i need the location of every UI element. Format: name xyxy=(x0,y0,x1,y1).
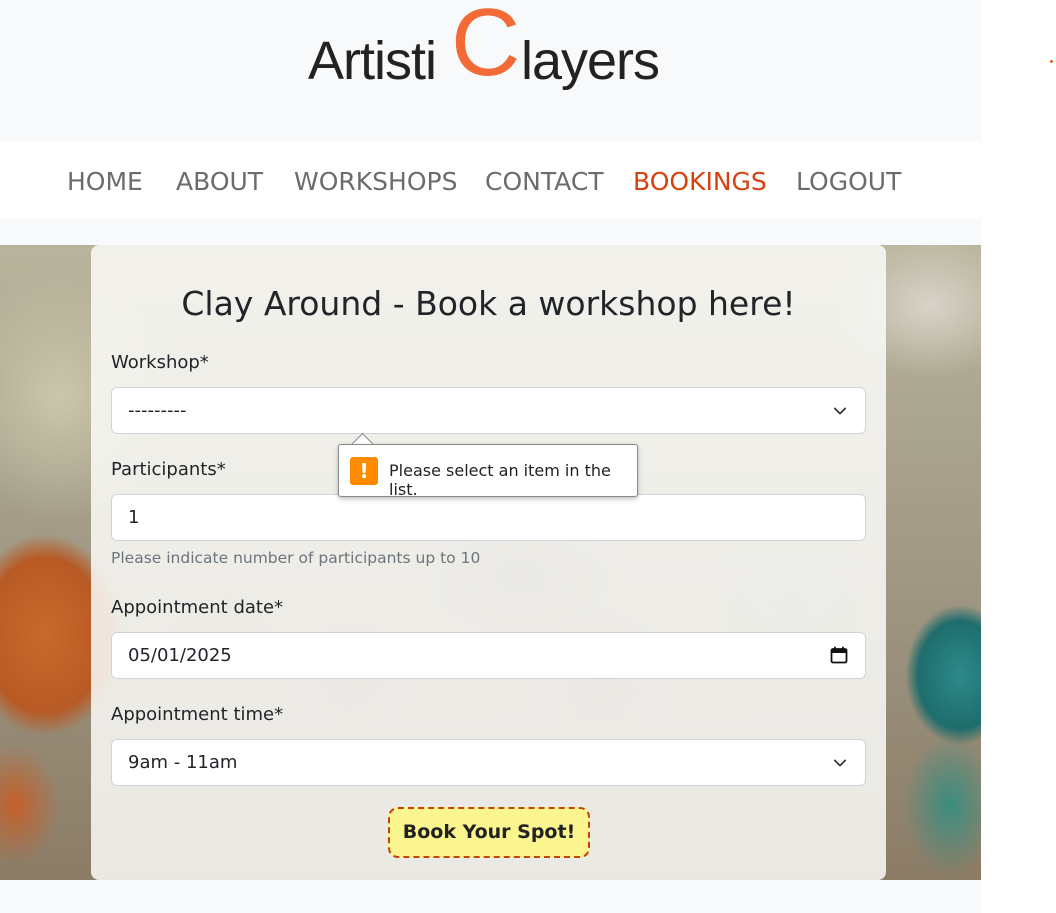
main-nav: HOME ABOUT WORKSHOPS CONTACT BOOKINGS LO… xyxy=(0,141,981,219)
nav-workshops[interactable]: WORKSHOPS xyxy=(294,167,457,196)
warning-icon: ! xyxy=(350,457,378,485)
logo-text-part2: layers xyxy=(521,31,660,91)
time-label: Appointment time* xyxy=(111,704,284,725)
participants-value: 1 xyxy=(128,507,140,528)
time-select-value: 9am - 11am xyxy=(128,752,238,773)
workshop-select[interactable]: --------- xyxy=(111,387,866,434)
book-your-spot-button[interactable]: Book Your Spot! xyxy=(388,807,590,858)
validation-message: Please select an item in the list. xyxy=(389,461,611,499)
logo-text-part1: Artisti xyxy=(308,31,437,91)
date-value: 05/01/2025 xyxy=(128,645,232,666)
nav-logout[interactable]: LOGOUT xyxy=(796,167,901,196)
date-input[interactable]: 05/01/2025 xyxy=(111,632,866,679)
form-title: Clay Around - Book a workshop here! xyxy=(181,284,796,323)
date-label: Appointment date* xyxy=(111,597,284,618)
chevron-down-icon xyxy=(833,759,847,767)
participants-input[interactable]: 1 xyxy=(111,494,866,541)
nav-bookings[interactable]: BOOKINGS xyxy=(633,167,767,196)
logo-big-letter: C xyxy=(451,0,521,96)
participants-help-text: Please indicate number of participants u… xyxy=(111,549,481,567)
nav-about[interactable]: ABOUT xyxy=(176,167,263,196)
time-select[interactable]: 9am - 11am xyxy=(111,739,866,786)
participants-label: Participants* xyxy=(111,459,226,480)
workshop-select-value: --------- xyxy=(128,400,187,421)
workshop-label: Workshop* xyxy=(111,352,209,373)
decorative-dot xyxy=(1050,60,1053,63)
calendar-icon[interactable] xyxy=(830,646,848,664)
nav-home[interactable]: HOME xyxy=(67,167,143,196)
nav-contact[interactable]: CONTACT xyxy=(485,167,604,196)
chevron-down-icon xyxy=(833,407,847,415)
brand-logo[interactable]: Artisti C layers xyxy=(308,0,708,110)
validation-tooltip: ! Please select an item in the list. xyxy=(338,444,638,499)
